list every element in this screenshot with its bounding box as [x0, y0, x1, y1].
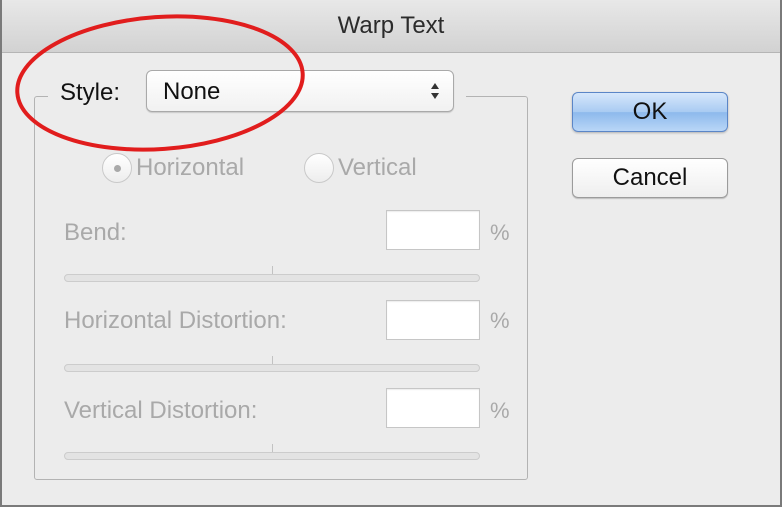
horizontal-distortion-label: Horizontal Distortion:: [64, 307, 287, 334]
radio-horizontal-circle[interactable]: [102, 153, 132, 183]
style-selected-value: None: [163, 78, 221, 105]
bend-input[interactable]: [386, 210, 480, 250]
bend-slider[interactable]: [64, 274, 480, 282]
ok-button[interactable]: OK: [572, 92, 728, 132]
titlebar[interactable]: Warp Text: [2, 0, 780, 53]
radio-vertical-label: Vertical: [338, 154, 417, 181]
horizontal-distortion-unit: %: [490, 308, 510, 333]
vertical-distortion-unit: %: [490, 398, 510, 423]
radio-selected-dot: [114, 165, 121, 172]
vertical-distortion-input[interactable]: [386, 388, 480, 428]
radio-horizontal-label: Horizontal: [136, 154, 245, 181]
style-label: Style:: [60, 79, 121, 106]
radio-vertical[interactable]: Vertical: [304, 150, 417, 186]
warp-text-dialog: Warp Text Style: None Horizontal Vertica…: [0, 0, 782, 507]
radio-horizontal[interactable]: Horizontal: [102, 150, 244, 186]
vertical-distortion-label: Vertical Distortion:: [64, 397, 258, 424]
horizontal-distortion-input[interactable]: [386, 300, 480, 340]
horizontal-distortion-slider[interactable]: [64, 364, 480, 372]
style-select[interactable]: None: [146, 70, 454, 112]
bend-label: Bend:: [64, 219, 127, 246]
cancel-button[interactable]: Cancel: [572, 158, 728, 198]
updown-arrows-icon: [431, 83, 439, 99]
vertical-distortion-slider[interactable]: [64, 452, 480, 460]
bend-unit: %: [490, 220, 510, 245]
radio-vertical-circle[interactable]: [304, 153, 334, 183]
window-title: Warp Text: [337, 12, 445, 39]
